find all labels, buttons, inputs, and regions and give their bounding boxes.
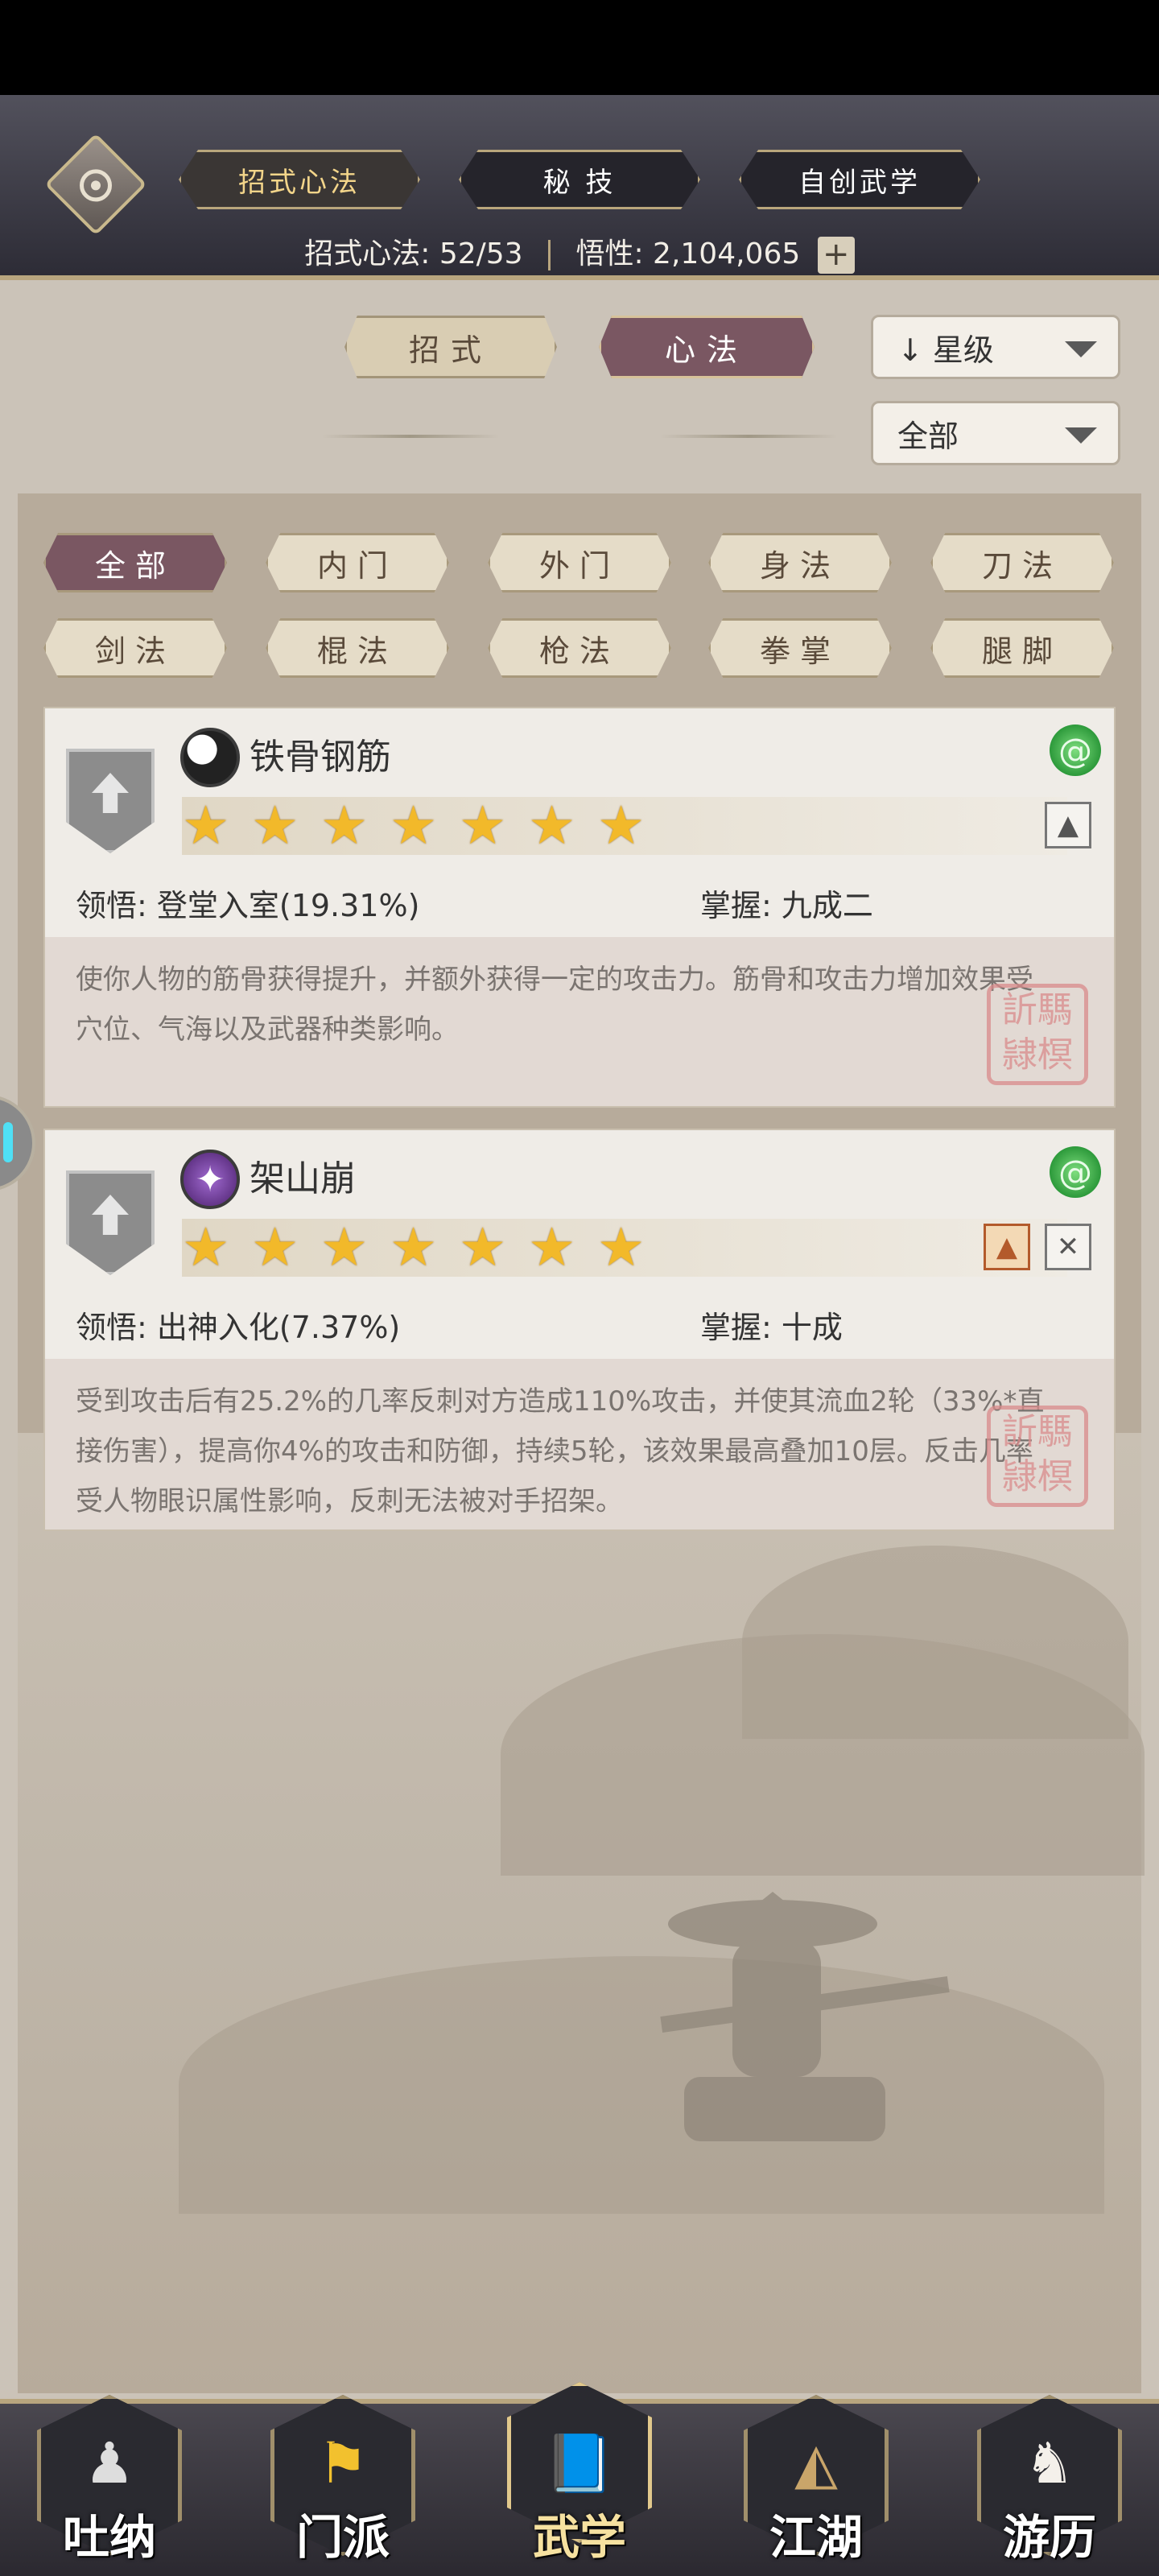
tab-moves[interactable]: 招式 [344,316,557,378]
nav-label: 吐纳 [62,2510,156,2565]
filter-inner-sect[interactable]: 内门 [266,533,449,592]
nav-meditation[interactable]: ♟ 吐纳 [29,2395,190,2572]
horse-icon: ♞ [1024,2430,1075,2496]
filter-staff[interactable]: 棍法 [266,618,449,678]
nav-martial-arts[interactable]: 📘 武学 [499,2382,660,2572]
star-icon: ★ [459,795,507,857]
flags-icon: ⚑ [317,2430,369,2496]
star-icon: ★ [320,1216,369,1278]
nav-jianghu[interactable]: ◭ 江湖 [736,2395,897,2572]
filter-sword[interactable]: 剑法 [43,618,227,678]
star-rating: ★ ★ ★ ★ ★ ★ ★ [182,1219,1067,1277]
attribute-icon[interactable]: ▲ [1045,802,1091,848]
add-comprehension-button[interactable]: + [817,237,855,274]
yin-yang-icon [180,728,240,787]
star-icon: ★ [390,1216,438,1278]
star-icon: ★ [251,1216,299,1278]
scope-value: 全部 [897,418,959,454]
meditating-figure-icon: ♟ [84,2430,135,2496]
filter-movement[interactable]: 身法 [708,533,892,592]
star-icon: ★ [528,1216,576,1278]
chevron-down-icon [1065,341,1097,357]
star-icon: ★ [320,795,369,857]
star-icon: ★ [528,795,576,857]
skill-description: 使你人物的筋骨获得提升，并额外获得一定的攻击力。筋骨和攻击力增加效果受穴位、气海… [76,964,1033,1046]
nav-travel[interactable]: ♞ 游历 [969,2395,1130,2572]
mountain [742,1546,1128,1739]
tab-moves-techniques[interactable]: 招式心法 [179,150,420,209]
filter-blade[interactable]: 刀法 [930,533,1114,592]
filter-all[interactable]: 全部 [43,533,227,592]
star-icon: ★ [182,795,230,857]
book-icon: 📘 [544,2430,615,2496]
eye-button[interactable] [44,133,147,236]
nav-label: 武学 [532,2510,626,2565]
skill-card[interactable]: ✦ 架山崩 @ ★ ★ ★ ★ ★ ★ ★ ▲ ✕ 领悟: 出神入化(7.37%… [43,1129,1116,1531]
tab-secret-skills[interactable]: 秘 技 [459,150,700,209]
star-icon: ★ [251,795,299,857]
decorative-line [660,435,837,438]
moves-count: 招式心法: 52/53 [304,237,523,270]
attribute-icon[interactable]: ✕ [1045,1224,1091,1270]
skill-name: 铁骨钢筋 [250,737,391,778]
upgrade-badge[interactable] [66,1170,155,1275]
swirl-icon[interactable]: @ [1050,1146,1101,1198]
nav-label: 游历 [1002,2510,1096,2565]
filter-outer-sect[interactable]: 外门 [488,533,671,592]
decorative-line [322,435,499,438]
chevron-down-icon [1065,427,1097,444]
mastery-level: 掌握: 十成 [700,1310,843,1345]
ink-landscape-background [18,1433,1145,2393]
tab-mental-arts[interactable]: 心法 [599,316,815,378]
comprehension-points: 悟性: 2,104,065 [575,237,801,270]
star-icon: ★ [597,1216,645,1278]
star-icon: ★ [182,1216,230,1278]
stats-line: 招式心法: 52/53 悟性: 2,104,065 + [0,230,1159,274]
straw-hat-icon: ◭ [794,2430,838,2496]
filter-leg[interactable]: 腿脚 [930,618,1114,678]
filter-fist-palm[interactable]: 拳掌 [708,618,892,678]
skill-card[interactable]: 铁骨钢筋 @ ★ ★ ★ ★ ★ ★ ★ ▲ 领悟: 登堂入室(19.31%) … [43,707,1116,1108]
sort-value: ↓ 星级 [897,332,994,368]
skill-description: 受到攻击后有25.2%的几率反刺对方造成110%攻击，并使其流血2轮（33%*直… [76,1385,1045,1517]
mountain-attribute-icon[interactable]: ▲ [984,1224,1030,1270]
comprehension-level: 领悟: 登堂入室(19.31%) [76,888,420,923]
top-header: 招式心法 秘 技 自创武学 招式心法: 52/53 悟性: 2,104,065 … [0,95,1159,280]
star-icon: ★ [459,1216,507,1278]
eye-icon [80,169,112,202]
seal-stamp: 訢騳 𨽻榠 [987,984,1088,1085]
nav-label: 门派 [295,2510,390,2565]
divider [548,240,551,270]
nav-sect[interactable]: ⚑ 门派 [262,2395,423,2572]
sort-dropdown[interactable]: ↓ 星级 [871,315,1120,379]
upgrade-badge[interactable] [66,749,155,853]
star-rating: ★ ★ ★ ★ ★ ★ ★ [182,797,1067,855]
tab-self-created[interactable]: 自创武学 [739,150,980,209]
purple-orb-icon: ✦ [180,1150,240,1209]
scope-dropdown[interactable]: 全部 [871,401,1120,465]
mastery-level: 掌握: 九成二 [700,888,873,923]
status-bar [0,0,1159,95]
comprehension-level: 领悟: 出神入化(7.37%) [76,1310,401,1345]
swirl-icon[interactable]: @ [1050,724,1101,776]
swordsman-silhouette [660,1892,950,2141]
filter-spear[interactable]: 枪法 [488,618,671,678]
star-icon: ★ [597,795,645,857]
skill-name: 架山崩 [250,1158,356,1199]
star-icon: ★ [390,795,438,857]
seal-stamp: 訢騳 𨽻榠 [987,1406,1088,1507]
nav-label: 江湖 [769,2510,863,2565]
